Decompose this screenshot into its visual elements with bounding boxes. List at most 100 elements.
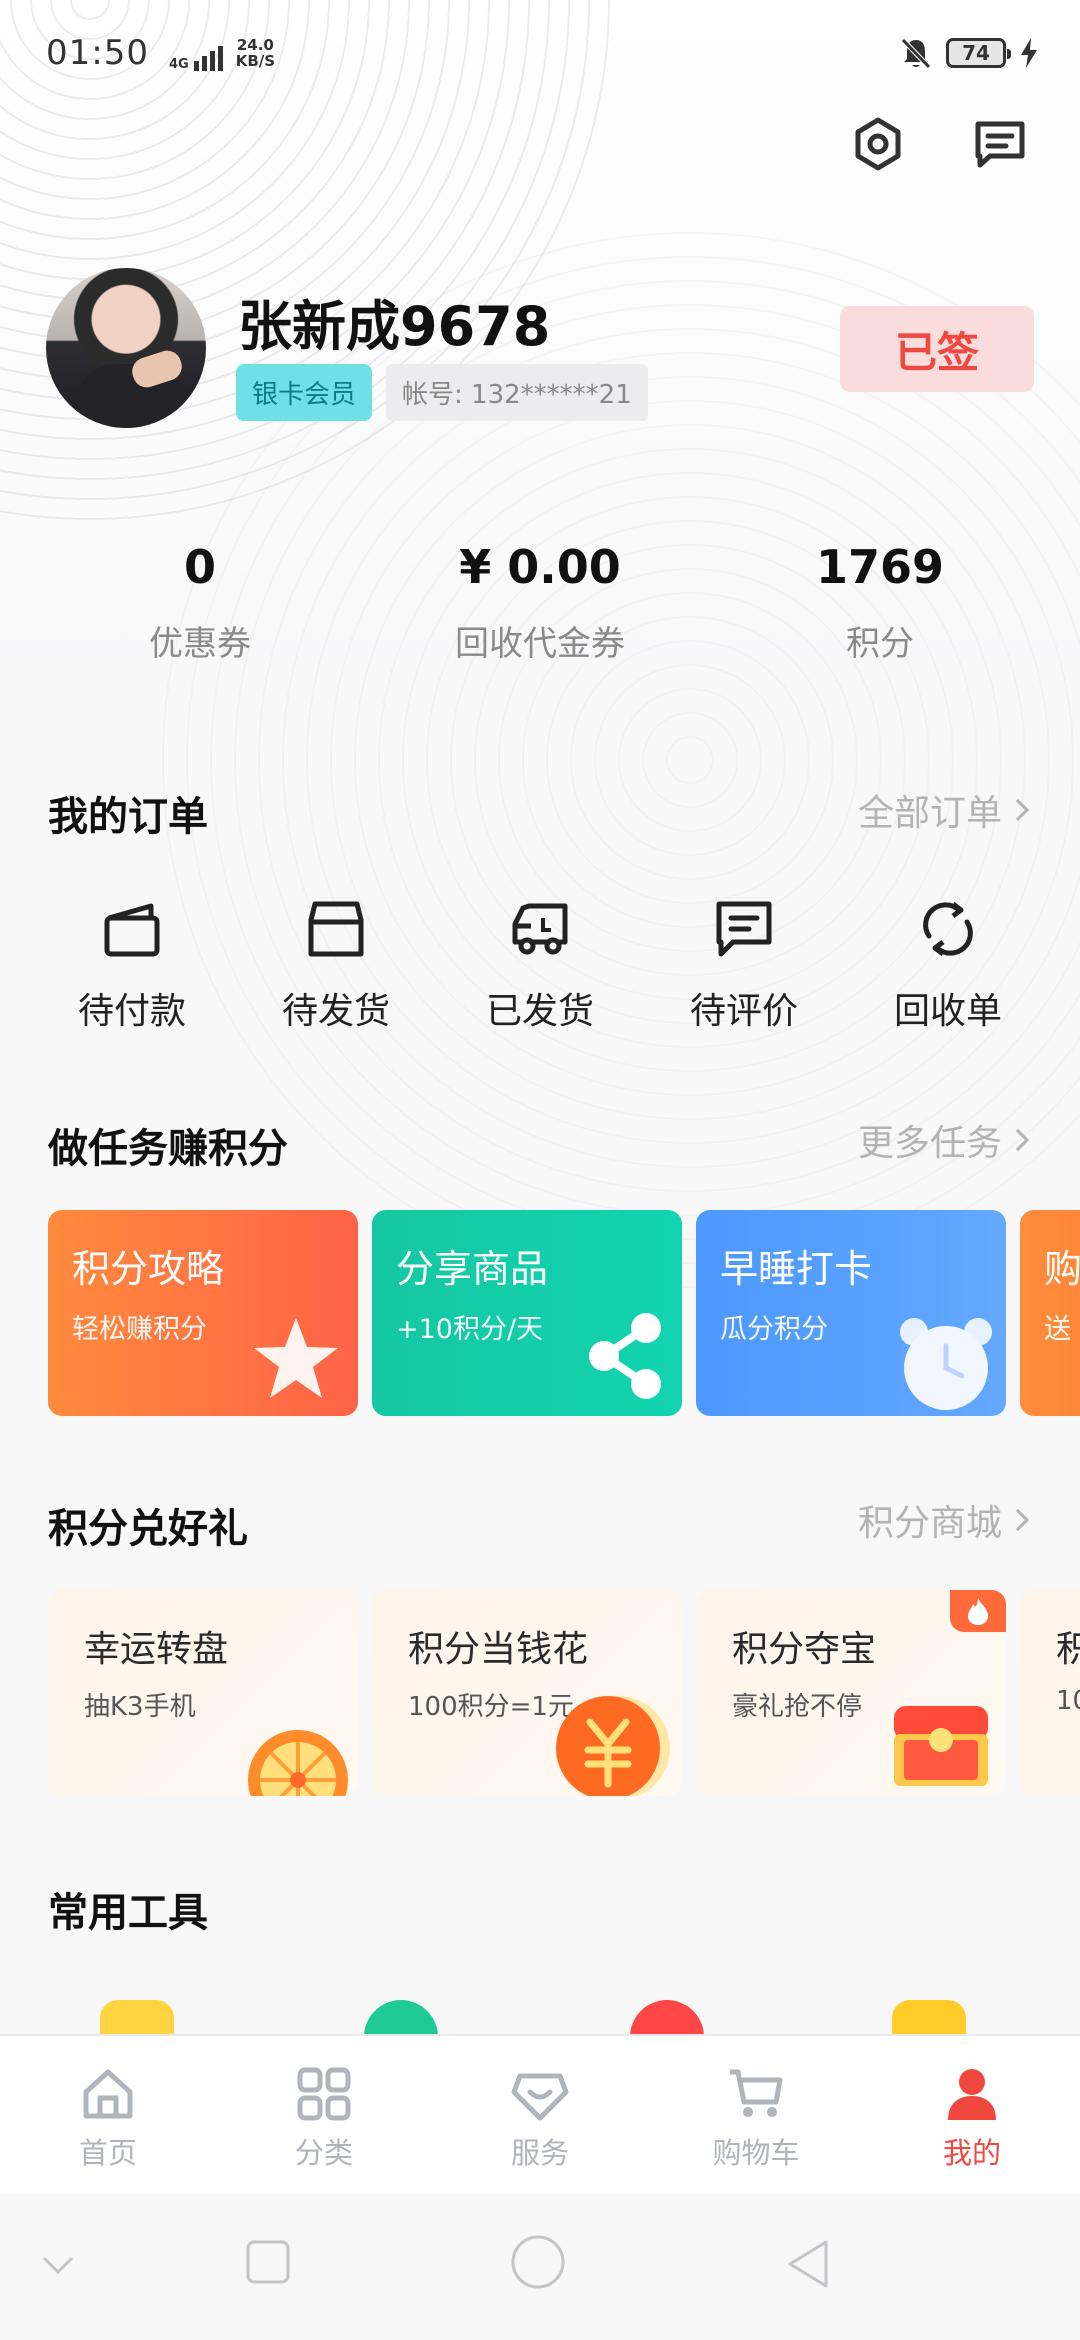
stat-label: 回收代金券 (455, 624, 625, 664)
gift-card-more[interactable]: 积 10 (1020, 1590, 1080, 1796)
order-label: 待评价 (689, 991, 798, 1032)
order-pending-payment[interactable]: 待付款 (30, 896, 234, 1034)
gift-subtitle: 抽K3手机 (84, 1692, 196, 1722)
profile-badges: 银卡会员 帐号: 132******21 (236, 364, 648, 421)
status-time: 01:50 (46, 33, 149, 73)
task-cards: 积分攻略 轻松赚积分 分享商品 +10积分/天 早睡打卡 瓜分积分 购 送 (48, 1210, 1080, 1416)
order-label: 待发货 (281, 991, 390, 1032)
gifts-title: 积分兑好礼 (48, 1506, 248, 1552)
flame-icon (968, 1598, 988, 1625)
treasure-chest-icon (894, 1706, 988, 1786)
all-orders-label: 全部订单 (857, 793, 1002, 834)
gift-subtitle: 10 (1056, 1686, 1080, 1716)
status-bar: 01:50 4G 24.0 KB/S 74 (46, 28, 1040, 78)
recents-button-icon[interactable] (244, 2238, 292, 2286)
box-icon (308, 901, 364, 957)
order-pending-shipment[interactable]: 待发货 (234, 896, 438, 1034)
chevron-down-icon[interactable] (40, 2254, 76, 2278)
tab-label: 分类 (294, 2136, 353, 2170)
gift-card-treasure[interactable]: 积分夺宝 豪礼抢不停 (696, 1590, 1006, 1796)
user-icon (948, 2069, 996, 2120)
username: 张新成9678 (238, 295, 551, 358)
more-tasks-link[interactable]: 更多任务 (858, 1114, 1036, 1166)
tools-title: 常用工具 (48, 1890, 208, 1936)
task-card-share[interactable]: 分享商品 +10积分/天 (372, 1210, 682, 1416)
share-icon (589, 1313, 661, 1399)
home-button-icon[interactable] (510, 2234, 566, 2290)
account-number: 帐号: 132******21 (386, 364, 648, 421)
points-mall-link[interactable]: 积分商城 (858, 1494, 1036, 1546)
stat-points[interactable]: 1769 积分 (680, 540, 1080, 665)
message-icon[interactable] (972, 116, 1028, 172)
tab-label: 购物车 (712, 2136, 800, 2170)
network-type: 4G (168, 57, 189, 72)
tab-category[interactable]: 分类 (216, 2036, 432, 2194)
tab-mine[interactable]: 我的 (864, 2036, 1080, 2194)
cart-icon (730, 2069, 783, 2117)
me-page: 01:50 4G 24.0 KB/S 74 张新成9678 银卡会员 帐号: 1… (0, 0, 1080, 2340)
task-title: 购 (1044, 1247, 1080, 1291)
bottom-tab-bar: 首页 分类 服务 购物车 我的 (0, 2034, 1080, 2194)
task-title: 分享商品 (396, 1247, 549, 1291)
network-speed: 24.0 KB/S (236, 37, 275, 69)
star-icon (254, 1318, 338, 1398)
stat-value: ¥ 0.00 (459, 540, 621, 594)
hot-badge (950, 1590, 1006, 1632)
stat-value: 0 (183, 540, 216, 594)
yuan-coin-icon (556, 1696, 670, 1796)
order-shipped[interactable]: 已发货 (438, 896, 642, 1034)
tab-service[interactable]: 服务 (432, 2036, 648, 2194)
back-button-icon[interactable] (784, 2238, 832, 2290)
home-icon (83, 2069, 133, 2119)
stat-recycle-vouchers[interactable]: ¥ 0.00 回收代金券 (400, 540, 680, 665)
gift-card-lucky-wheel[interactable]: 幸运转盘 抽K3手机 (48, 1590, 358, 1796)
order-recycle[interactable]: 回收单 (846, 896, 1050, 1034)
chevron-right-icon (1015, 1128, 1030, 1152)
stats-row: 0 优惠券 ¥ 0.00 回收代金券 1769 积分 (0, 540, 1080, 665)
gift-title: 幸运转盘 (84, 1629, 229, 1670)
gift-card-points-as-cash[interactable]: 积分当钱花 100积分=1元 (372, 1590, 682, 1796)
order-label: 回收单 (893, 991, 1002, 1032)
orders-title: 我的订单 (48, 794, 208, 840)
speed-unit: KB/S (235, 52, 276, 70)
stat-label: 积分 (846, 624, 914, 664)
recycle-icon (923, 902, 973, 956)
order-label: 待付款 (77, 991, 186, 1032)
task-card-sleep-checkin[interactable]: 早睡打卡 瓜分积分 (696, 1210, 1006, 1416)
task-card-points-guide[interactable]: 积分攻略 轻松赚积分 (48, 1210, 358, 1416)
order-status-row: 待付款 待发货 已发货 待评价 回收单 (0, 896, 1080, 1034)
mute-bell-icon (901, 38, 931, 69)
tab-label: 我的 (942, 2136, 1001, 2170)
avatar[interactable] (46, 268, 206, 428)
gift-title: 积 (1056, 1629, 1080, 1670)
order-pending-review[interactable]: 待评价 (642, 896, 846, 1034)
grid-icon (297, 2067, 351, 2121)
truck-icon (512, 903, 568, 955)
checkin-button[interactable]: 已签 (840, 306, 1034, 392)
prize-wheel-icon (248, 1730, 348, 1796)
stat-label: 优惠券 (149, 624, 251, 664)
system-nav-bar (0, 2194, 1080, 2340)
gift-cards: 幸运转盘 抽K3手机 积分当钱花 100积分=1元 积分夺宝 豪礼抢不停 积 1 (48, 1590, 1080, 1796)
points-mall-label: 积分商城 (857, 1503, 1002, 1544)
tab-home[interactable]: 首页 (0, 2036, 216, 2194)
battery-indicator: 74 (946, 38, 1011, 68)
task-title: 早睡打卡 (720, 1247, 873, 1291)
stat-coupons[interactable]: 0 优惠券 (0, 540, 400, 665)
chevron-right-icon (1015, 1508, 1030, 1532)
tab-label: 服务 (510, 2136, 569, 2170)
gift-title: 积分夺宝 (732, 1629, 877, 1670)
signal-bars-icon (193, 46, 223, 71)
tab-cart[interactable]: 购物车 (648, 2036, 864, 2194)
tasks-title: 做任务赚积分 (48, 1126, 288, 1172)
member-badge[interactable]: 银卡会员 (236, 364, 373, 421)
chevron-right-icon (1015, 798, 1030, 822)
top-actions (850, 116, 1028, 172)
all-orders-link[interactable]: 全部订单 (858, 784, 1036, 836)
charging-icon (1021, 38, 1037, 68)
task-card-purchase[interactable]: 购 送 (1020, 1210, 1080, 1416)
settings-icon[interactable] (850, 116, 906, 172)
signal-icon: 4G (165, 35, 226, 71)
task-title: 积分攻略 (72, 1247, 225, 1291)
stat-value: 1769 (815, 540, 945, 594)
